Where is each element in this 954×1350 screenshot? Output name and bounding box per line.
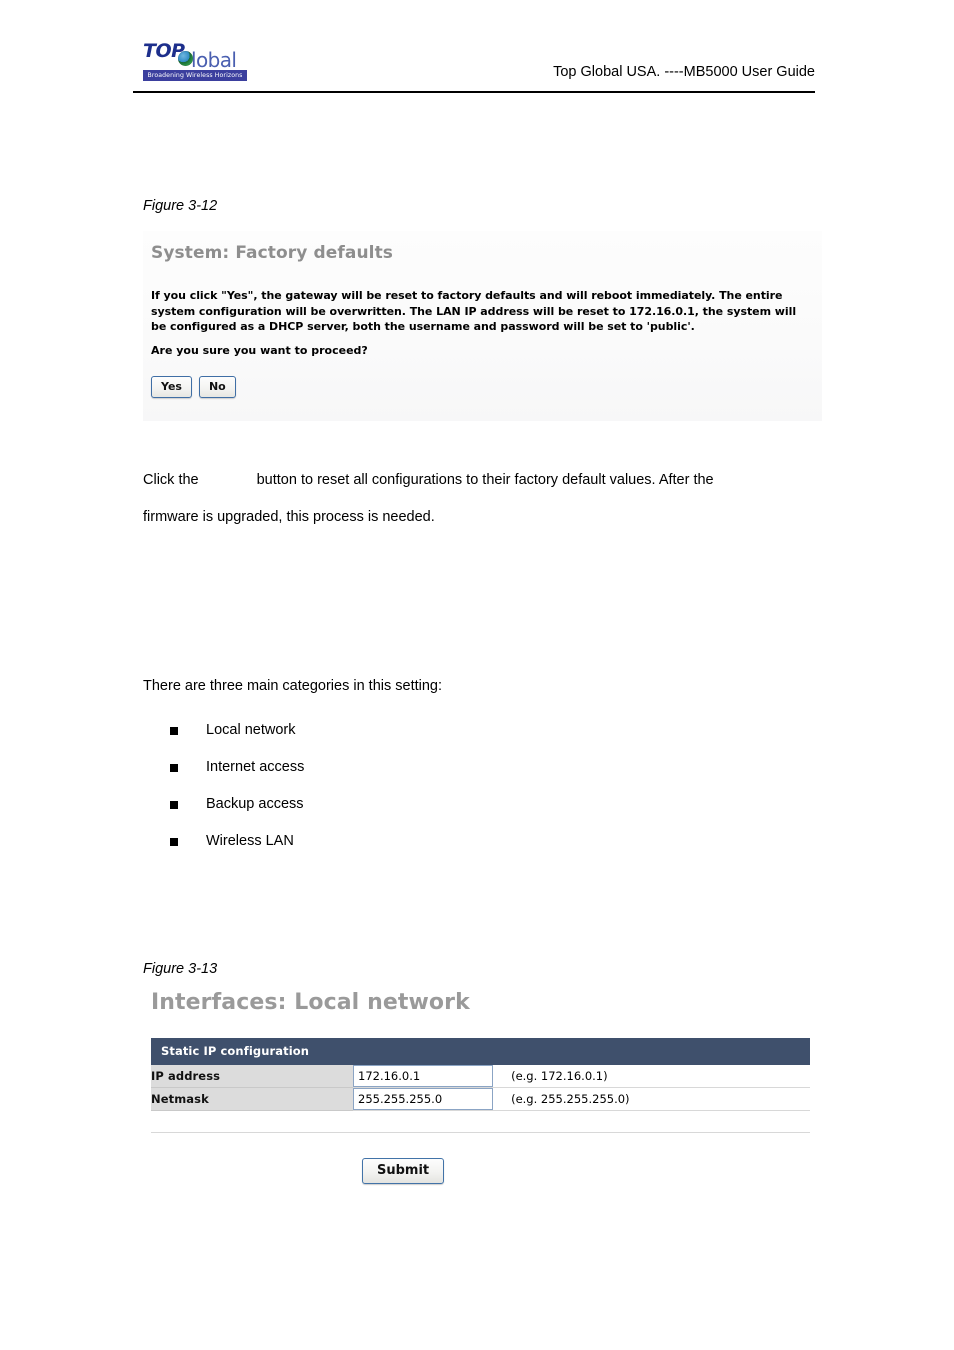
list-item: Wireless LAN xyxy=(170,823,590,860)
square-bullet-icon xyxy=(170,764,178,772)
figure-3-12-caption: Figure 3-12 xyxy=(143,198,218,214)
categories-list: Local network Internet access Backup acc… xyxy=(170,712,590,860)
factory-reset-paragraph: Click the button to reset all configurati… xyxy=(143,462,823,536)
paragraph-part-1: Click the xyxy=(143,472,199,488)
page-header: TOP lobal Broadening Wireless Horizons T… xyxy=(133,34,815,94)
confirm-button-row: Yes No xyxy=(151,376,236,398)
netmask-input[interactable] xyxy=(353,1088,493,1110)
list-item: Local network xyxy=(170,712,590,749)
factory-defaults-heading: System: Factory defaults xyxy=(151,243,394,263)
square-bullet-icon xyxy=(170,838,178,846)
ip-address-label: IP address xyxy=(151,1065,353,1088)
table-header-row: Static IP configuration xyxy=(151,1038,810,1065)
ip-address-cell: (e.g. 172.16.0.1) xyxy=(353,1065,810,1088)
paragraph-part-2: button to reset all configurations to th… xyxy=(256,472,714,488)
static-ip-section-title: Static IP configuration xyxy=(151,1038,810,1065)
confirm-question: Are you sure you want to proceed? xyxy=(151,344,368,357)
ip-address-input[interactable] xyxy=(353,1065,493,1087)
category-label: Internet access xyxy=(206,759,305,775)
submit-button-wrap: Submit xyxy=(362,1158,445,1184)
document-title: Top Global USA. ----MB5000 User Guide xyxy=(553,64,815,80)
list-item: Internet access xyxy=(170,749,590,786)
categories-intro: There are three main categories in this … xyxy=(143,678,443,694)
header-divider xyxy=(133,91,815,93)
category-label: Backup access xyxy=(206,796,304,812)
no-button[interactable]: No xyxy=(198,376,236,398)
table-row: IP address (e.g. 172.16.0.1) xyxy=(151,1065,810,1088)
local-network-heading: Interfaces: Local network xyxy=(151,990,470,1015)
table-footer-divider xyxy=(151,1132,810,1133)
table-row: Netmask (e.g. 255.255.255.0) xyxy=(151,1087,810,1111)
paragraph-line-2: firmware is upgraded, this process is ne… xyxy=(143,509,435,525)
logo-tagline: Broadening Wireless Horizons xyxy=(143,70,247,81)
factory-defaults-panel: System: Factory defaults If you click "Y… xyxy=(143,231,822,421)
submit-button[interactable]: Submit xyxy=(362,1158,445,1184)
list-item: Backup access xyxy=(170,786,590,823)
logo-global-text: lobal xyxy=(191,48,237,72)
ip-address-hint: (e.g. 172.16.0.1) xyxy=(511,1069,608,1083)
category-label: Local network xyxy=(206,722,296,738)
netmask-cell: (e.g. 255.255.255.0) xyxy=(353,1087,810,1111)
netmask-hint: (e.g. 255.255.255.0) xyxy=(511,1092,630,1106)
factory-defaults-warning-text: If you click "Yes", the gateway will be … xyxy=(151,289,797,333)
top-global-logo: TOP lobal Broadening Wireless Horizons xyxy=(143,38,247,84)
category-label: Wireless LAN xyxy=(206,833,294,849)
static-ip-configuration-table: Static IP configuration IP address (e.g.… xyxy=(151,1038,810,1111)
netmask-label: Netmask xyxy=(151,1087,353,1111)
square-bullet-icon xyxy=(170,727,178,735)
figure-3-13-caption: Figure 3-13 xyxy=(143,961,218,977)
local-network-panel: Interfaces: Local network Static IP conf… xyxy=(143,982,810,1212)
yes-button[interactable]: Yes xyxy=(151,376,192,398)
square-bullet-icon xyxy=(170,801,178,809)
